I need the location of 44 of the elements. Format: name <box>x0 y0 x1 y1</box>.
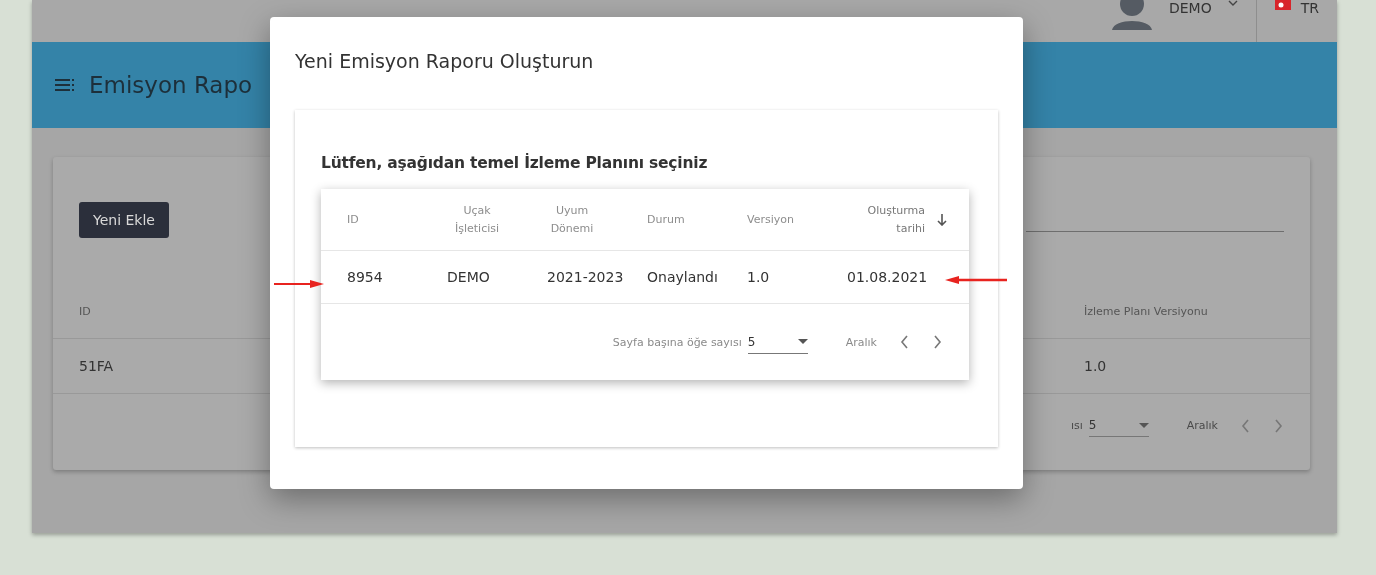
rows-per-page-label: ısı <box>1070 419 1083 432</box>
add-new-button[interactable]: Yeni Ekle <box>79 202 169 238</box>
next-page-button[interactable] <box>932 334 943 350</box>
table-cell-text: DEMO <box>447 269 491 285</box>
table-row[interactable]: 8954 DEMO 2021-2023 Onaylandı 1.0 01.08.2021 <box>321 251 969 304</box>
flag-icon <box>1274 0 1291 10</box>
column-header[interactable]: Durum <box>647 210 747 229</box>
table-cell-text: 1.0 <box>1084 358 1108 374</box>
range-label: Aralık <box>845 335 877 349</box>
table-cell-text: 51FA <box>79 358 115 374</box>
chevron-right-icon <box>1273 417 1284 434</box>
table-cell-text: 2021-2023 <box>547 269 625 285</box>
column-header[interactable]: Oluşturma tarihi <box>842 201 947 238</box>
sort-arrow-down-icon[interactable] <box>937 213 947 226</box>
table-cell-text: 1.0 <box>747 269 771 285</box>
language-code[interactable]: TR <box>1300 0 1319 16</box>
column-header[interactable]: Uyum Dönemi <box>547 201 647 238</box>
dialog-title: Yeni Emisyon Raporu Oluşturun <box>295 50 595 72</box>
arrow-left-icon <box>945 276 1007 284</box>
rows-per-page-label: Sayfa başına öğe sayısı <box>612 335 742 349</box>
chevron-left-icon <box>899 334 910 350</box>
chevron-right-icon <box>932 334 943 350</box>
page-title: Emisyon Rapo <box>89 72 253 98</box>
table-cell-text: Onaylandı <box>647 269 719 285</box>
chevron-down-icon[interactable] <box>1227 0 1238 6</box>
table-cell-text: 01.08.2021 <box>847 269 929 285</box>
previous-page-button[interactable] <box>899 334 910 350</box>
range-label: Aralık <box>1186 419 1218 432</box>
chevron-left-icon <box>1240 417 1251 434</box>
column-header[interactable]: Versiyon <box>747 210 842 229</box>
caret-icon <box>1138 422 1149 428</box>
column-header[interactable]: Uçak İşleticisi <box>447 201 547 238</box>
instruction-text: Lütfen, aşağıdan temel İzleme Planını seçiniz <box>321 154 709 172</box>
caret-icon <box>797 339 808 344</box>
rows-per-page-select[interactable]: 5 <box>747 330 808 354</box>
table-cell-text: 8954 <box>347 269 384 285</box>
column-header: İzleme Planı Versiyonu <box>1084 305 1209 318</box>
menu-icon[interactable] <box>55 78 75 92</box>
rows-per-page-select[interactable]: 5 <box>1088 414 1149 437</box>
avatar-icon <box>1111 0 1153 30</box>
column-header: ID <box>79 305 92 318</box>
arrow-right-icon <box>274 280 324 288</box>
user-name[interactable]: DEMO <box>1169 0 1212 16</box>
column-header[interactable]: ID <box>347 210 447 229</box>
